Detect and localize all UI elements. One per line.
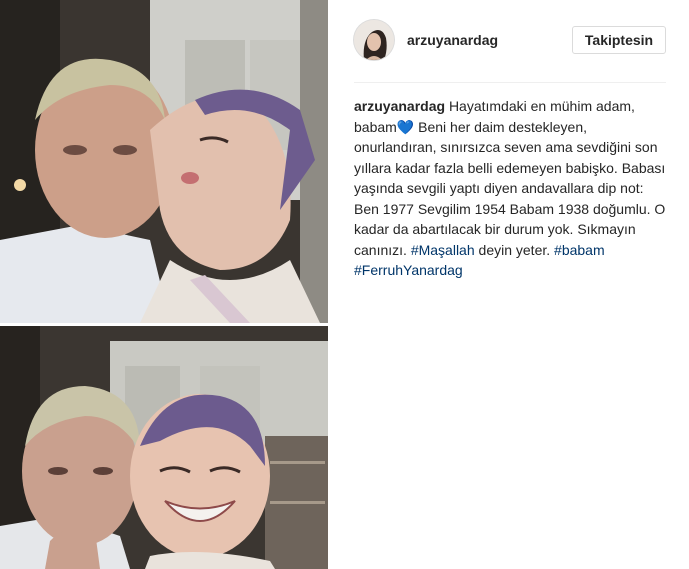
profile-picture	[354, 20, 394, 60]
post-photo-1[interactable]	[0, 0, 328, 323]
hashtag-link-ferruhyanardag[interactable]: #FerruhYanardag	[354, 262, 463, 278]
post-header: arzuyanardag Takiptesin	[340, 0, 680, 82]
hashtag-link-babam[interactable]: #babam	[554, 242, 605, 258]
post-caption: arzuyanardag Hayatımdaki en mühim adam, …	[354, 96, 670, 281]
header-divider	[354, 82, 666, 83]
blue-heart-icon: 💙	[396, 118, 415, 135]
post-username[interactable]: arzuyanardag	[407, 32, 498, 48]
post-media[interactable]	[0, 0, 328, 569]
post-photo-2[interactable]	[0, 326, 328, 569]
selfie-photo-laugh	[0, 326, 328, 569]
caption-username[interactable]: arzuyanardag	[354, 98, 445, 114]
following-button[interactable]: Takiptesin	[572, 26, 666, 54]
post-sidebar: arzuyanardag Takiptesin arzuyanardag Hay…	[340, 0, 689, 569]
caption-text-3: deyin yeter.	[478, 241, 551, 258]
hashtag-link-masallah[interactable]: #Maşallah	[411, 242, 475, 258]
selfie-photo-kiss	[0, 0, 328, 323]
avatar[interactable]	[354, 20, 394, 60]
caption-text-2: Beni her daim destekleyen, onurlandıran,…	[354, 118, 666, 258]
